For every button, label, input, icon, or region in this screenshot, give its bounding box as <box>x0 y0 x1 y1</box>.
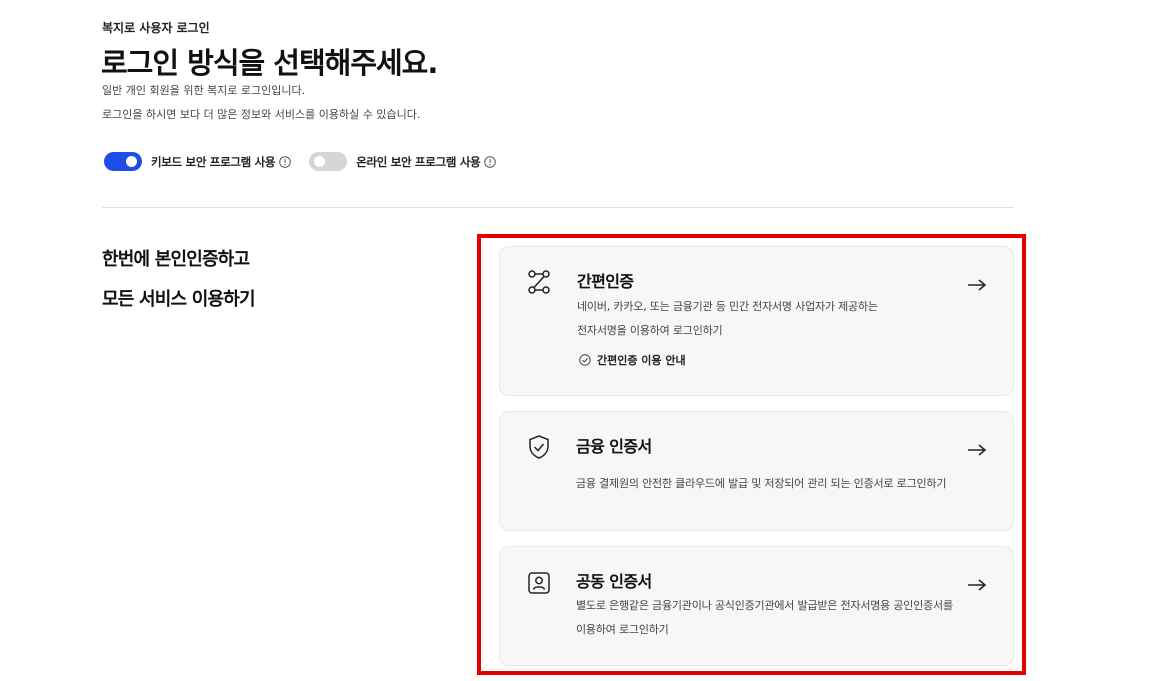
card-description: 네이버, 카카오, 또는 금융기관 등 민간 전자서명 사업자가 제공하는 전자… <box>577 295 878 343</box>
description-line-2: 로그인을 하시면 보다 더 많은 정보와 서비스를 이용하실 수 있습니다. <box>102 108 421 121</box>
card-title: 간편인증 <box>577 272 634 291</box>
keyboard-security-toggle[interactable]: 키보드 보안 프로그램 사용 <box>104 152 292 171</box>
card-description: 금융 결제원의 안전한 클라우드에 발급 및 저장되어 관리 되는 인증서로 로… <box>576 472 946 496</box>
side-heading-line-1: 한번에 본인인증하고 <box>102 249 250 270</box>
breadcrumb: 복지로 사용자 로그인 <box>102 21 210 35</box>
card-description-line: 전자서명을 이용하여 로그인하기 <box>577 324 723 337</box>
card-description: 별도로 은행같은 금융기관이나 공식인증기관에서 발급받은 전자서명용 공인인증… <box>576 594 953 642</box>
user-id-icon <box>526 570 552 596</box>
section-divider <box>102 207 1014 208</box>
arrow-right-icon <box>967 277 987 291</box>
info-icon[interactable] <box>279 155 292 168</box>
financial-certificate-card[interactable]: 금융 인증서 금융 결제원의 안전한 클라우드에 발급 및 저장되어 관리 되는… <box>499 411 1014 531</box>
card-description-line: 이용하여 로그인하기 <box>576 623 669 636</box>
card-description-line: 별도로 은행같은 금융기관이나 공식인증기관에서 발급받은 전자서명용 공인인증… <box>576 599 953 612</box>
online-security-switch[interactable] <box>309 152 348 171</box>
arrow-right-icon <box>967 577 987 591</box>
keyboard-security-switch[interactable] <box>104 152 142 171</box>
guide-link-label: 간편인증 이용 안내 <box>597 354 686 367</box>
simple-auth-guide-link[interactable]: 간편인증 이용 안내 <box>579 352 686 368</box>
connection-icon <box>526 269 552 295</box>
keyboard-security-label: 키보드 보안 프로그램 사용 <box>151 154 276 169</box>
arrow-right-icon <box>967 442 987 456</box>
online-security-label: 온라인 보안 프로그램 사용 <box>356 154 481 169</box>
side-heading-line-2: 모든 서비스 이용하기 <box>102 289 256 310</box>
description-line-1: 일반 개인 회원을 위한 복지로 로그인입니다. <box>102 84 306 97</box>
card-description-line: 네이버, 카카오, 또는 금융기관 등 민간 전자서명 사업자가 제공하는 <box>577 300 878 313</box>
info-icon[interactable] <box>484 155 497 168</box>
switch-knob <box>126 156 137 167</box>
card-title: 공동 인증서 <box>576 572 652 591</box>
online-security-toggle[interactable]: 온라인 보안 프로그램 사용 <box>309 152 497 171</box>
switch-knob <box>314 156 326 167</box>
card-title: 금융 인증서 <box>576 437 652 456</box>
shield-check-icon <box>526 434 552 460</box>
page-title: 로그인 방식을 선택해주세요. <box>101 46 438 80</box>
joint-certificate-card[interactable]: 공동 인증서 별도로 은행같은 금융기관이나 공식인증기관에서 발급받은 전자서… <box>499 546 1014 666</box>
security-toggles: 키보드 보안 프로그램 사용 온라인 보안 프로그램 사용 <box>104 152 514 171</box>
check-circle-icon <box>579 354 591 366</box>
simple-auth-card[interactable]: 간편인증 네이버, 카카오, 또는 금융기관 등 민간 전자서명 사업자가 제공… <box>499 246 1014 396</box>
card-description-line: 금융 결제원의 안전한 클라우드에 발급 및 저장되어 관리 되는 인증서로 로… <box>576 477 947 490</box>
